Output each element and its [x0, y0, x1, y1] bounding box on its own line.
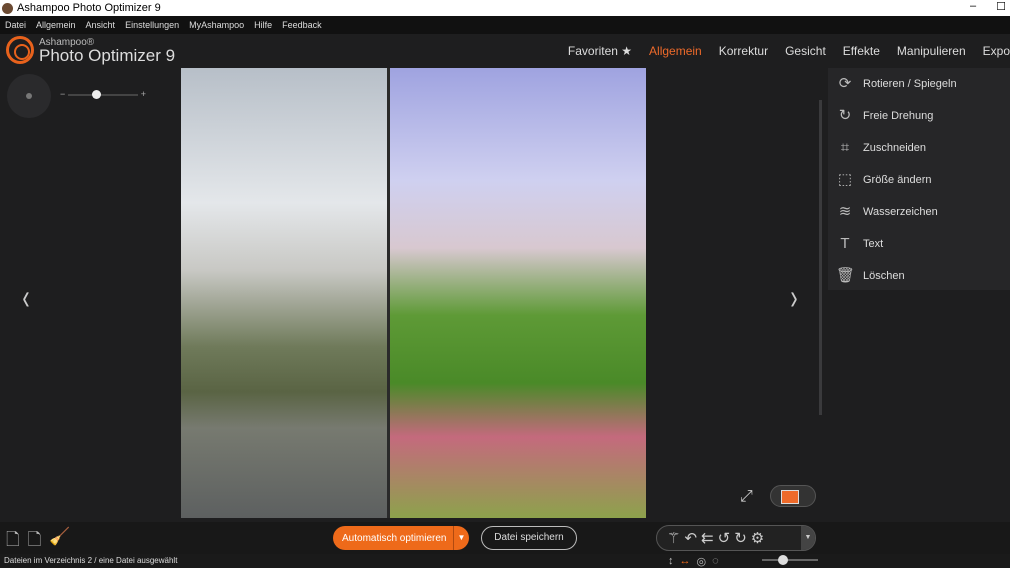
loading-circle-icon[interactable]: ◌	[712, 555, 719, 568]
horizontal-split-icon[interactable]: ↔	[680, 555, 691, 568]
rotate-right-icon[interactable]: ↻	[734, 529, 747, 547]
tool-item-rotate[interactable]: ⟳ Rotieren / Spiegeln	[828, 68, 1010, 100]
rotate-icon: ⟳	[838, 75, 852, 92]
auto-optimize-button[interactable]: Automatisch optimieren ▼	[333, 526, 469, 550]
tool-item-crop[interactable]: ⌗ Zuschneiden	[828, 132, 1010, 164]
tool-item-label: Löschen	[863, 270, 905, 282]
header: Ashampoo® Photo Optimizer 9 Favoriten ★ A…	[0, 34, 1010, 68]
tab-allgemein[interactable]: Allgemein	[649, 44, 702, 58]
watermark-icon: ≋	[838, 203, 852, 220]
add-folder-icon[interactable]: 🗋	[28, 527, 42, 556]
auto-optimize-dropdown[interactable]: ▼	[453, 526, 469, 550]
rotate-left-icon[interactable]: ↺	[718, 529, 731, 547]
vertical-split-icon[interactable]: ↕	[668, 555, 674, 568]
tool-item-label: Wasserzeichen	[863, 206, 938, 218]
broom-clear-icon[interactable]: 🧹	[49, 527, 70, 556]
brand-product: Photo Optimizer 9	[39, 45, 176, 65]
menu-feedback[interactable]: Feedback	[282, 20, 322, 30]
pan-navigator[interactable]	[7, 74, 51, 118]
brand-logo: Ashampoo® Photo Optimizer 9	[6, 36, 175, 64]
status-bar: Dateien im Verzeichnis 2 / eine Datei au…	[0, 554, 1010, 568]
magic-wand-icon[interactable]: ⚚	[667, 529, 680, 547]
window-title: Ashampoo Photo Optimizer 9	[17, 2, 161, 14]
undo-all-icon[interactable]: ⇇	[701, 529, 714, 547]
tab-gesicht[interactable]: Gesicht	[785, 44, 826, 58]
tool-item-watermark[interactable]: ≋ Wasserzeichen	[828, 196, 1010, 228]
tab-effekte[interactable]: Effekte	[843, 44, 880, 58]
tool-item-label: Zuschneiden	[863, 142, 926, 154]
zoom-in-label[interactable]: +	[141, 89, 146, 99]
tool-item-resize[interactable]: ⬚ Größe ändern	[828, 164, 1010, 196]
tool-item-label: Text	[863, 238, 884, 250]
menu-einstellungen[interactable]: Einstellungen	[125, 20, 179, 30]
crop-icon: ⌗	[840, 139, 850, 156]
tool-item-delete[interactable]: 🗑 Löschen	[828, 260, 1010, 292]
aperture-logo-icon	[6, 36, 34, 64]
original-image	[181, 68, 389, 518]
tool-item-label: Rotieren / Spiegeln	[863, 78, 957, 90]
optimized-image	[389, 68, 646, 518]
category-tabs: Favoriten ★ Allgemein Korrektur Gesicht …	[551, 44, 1010, 58]
tool-item-label: Freie Drehung	[863, 110, 934, 122]
tab-export[interactable]: Expo	[983, 44, 1010, 58]
zoom-slider[interactable]: − +	[60, 89, 146, 101]
maximize-button[interactable]: ☐	[996, 0, 1006, 13]
compare-split-handle[interactable]	[387, 68, 390, 518]
app-logo-icon	[2, 2, 13, 14]
edit-tools-group: ⚚ ↶ ⇇ ↺ ↻ ⚙ ▼	[656, 525, 816, 551]
free-rotate-icon: ↻	[838, 107, 852, 124]
tool-item-label: Größe ändern	[863, 174, 932, 186]
check-circle-icon[interactable]: ◎	[697, 555, 707, 568]
menu-bar: Datei Allgemein Ansicht Einstellungen My…	[0, 16, 1010, 34]
menu-datei[interactable]: Datei	[5, 20, 26, 30]
minimize-button[interactable]: –	[970, 0, 976, 13]
resize-icon: ⬚	[837, 171, 853, 188]
save-file-button[interactable]: Datei speichern	[481, 526, 577, 550]
add-file-icon[interactable]: 🗋	[6, 527, 20, 556]
undo-icon[interactable]: ↶	[684, 529, 697, 547]
tool-panel: ⟳ Rotieren / Spiegeln ↻ Freie Drehung ⌗ Zusch…	[828, 68, 1010, 290]
thumbnail-size-knob[interactable]	[778, 555, 788, 565]
fullscreen-icon[interactable]: ⤢	[740, 488, 753, 506]
title-bar: Ashampoo Photo Optimizer 9 – ☐	[0, 0, 1010, 16]
text-icon: T	[840, 235, 850, 252]
tool-item-free-rotate[interactable]: ↻ Freie Drehung	[828, 100, 1010, 132]
photo-preview[interactable]	[181, 68, 646, 518]
tool-item-text[interactable]: T Text	[828, 228, 1010, 260]
bottom-toolbar: 🗋 🗋 🧹 Automatisch optimieren ▼ Datei spei…	[0, 522, 1010, 554]
zoom-out-label[interactable]: −	[60, 89, 65, 99]
menu-myashampoo[interactable]: MyAshampoo	[189, 20, 244, 30]
tools-dropdown[interactable]: ▼	[801, 526, 815, 550]
menu-hilfe[interactable]: Hilfe	[254, 20, 272, 30]
zoom-track	[68, 94, 138, 96]
scrollbar[interactable]	[819, 100, 822, 415]
menu-allgemein[interactable]: Allgemein	[36, 20, 76, 30]
next-image-button[interactable]: ›	[790, 276, 797, 318]
thumbnail-size-slider[interactable]	[762, 555, 818, 565]
settings-gear-icon[interactable]: ⚙	[751, 529, 764, 547]
tab-manipulieren[interactable]: Manipulieren	[897, 44, 966, 58]
auto-optimize-label: Automatisch optimieren	[342, 532, 447, 544]
menu-ansicht[interactable]: Ansicht	[86, 20, 116, 30]
compare-view-toggle[interactable]	[770, 485, 816, 507]
previous-image-button[interactable]: ‹	[22, 276, 29, 318]
delete-icon: 🗑	[836, 267, 856, 284]
zoom-knob[interactable]	[92, 90, 101, 99]
tab-korrektur[interactable]: Korrektur	[719, 44, 768, 58]
tab-favoriten[interactable]: Favoriten ★	[568, 44, 632, 58]
